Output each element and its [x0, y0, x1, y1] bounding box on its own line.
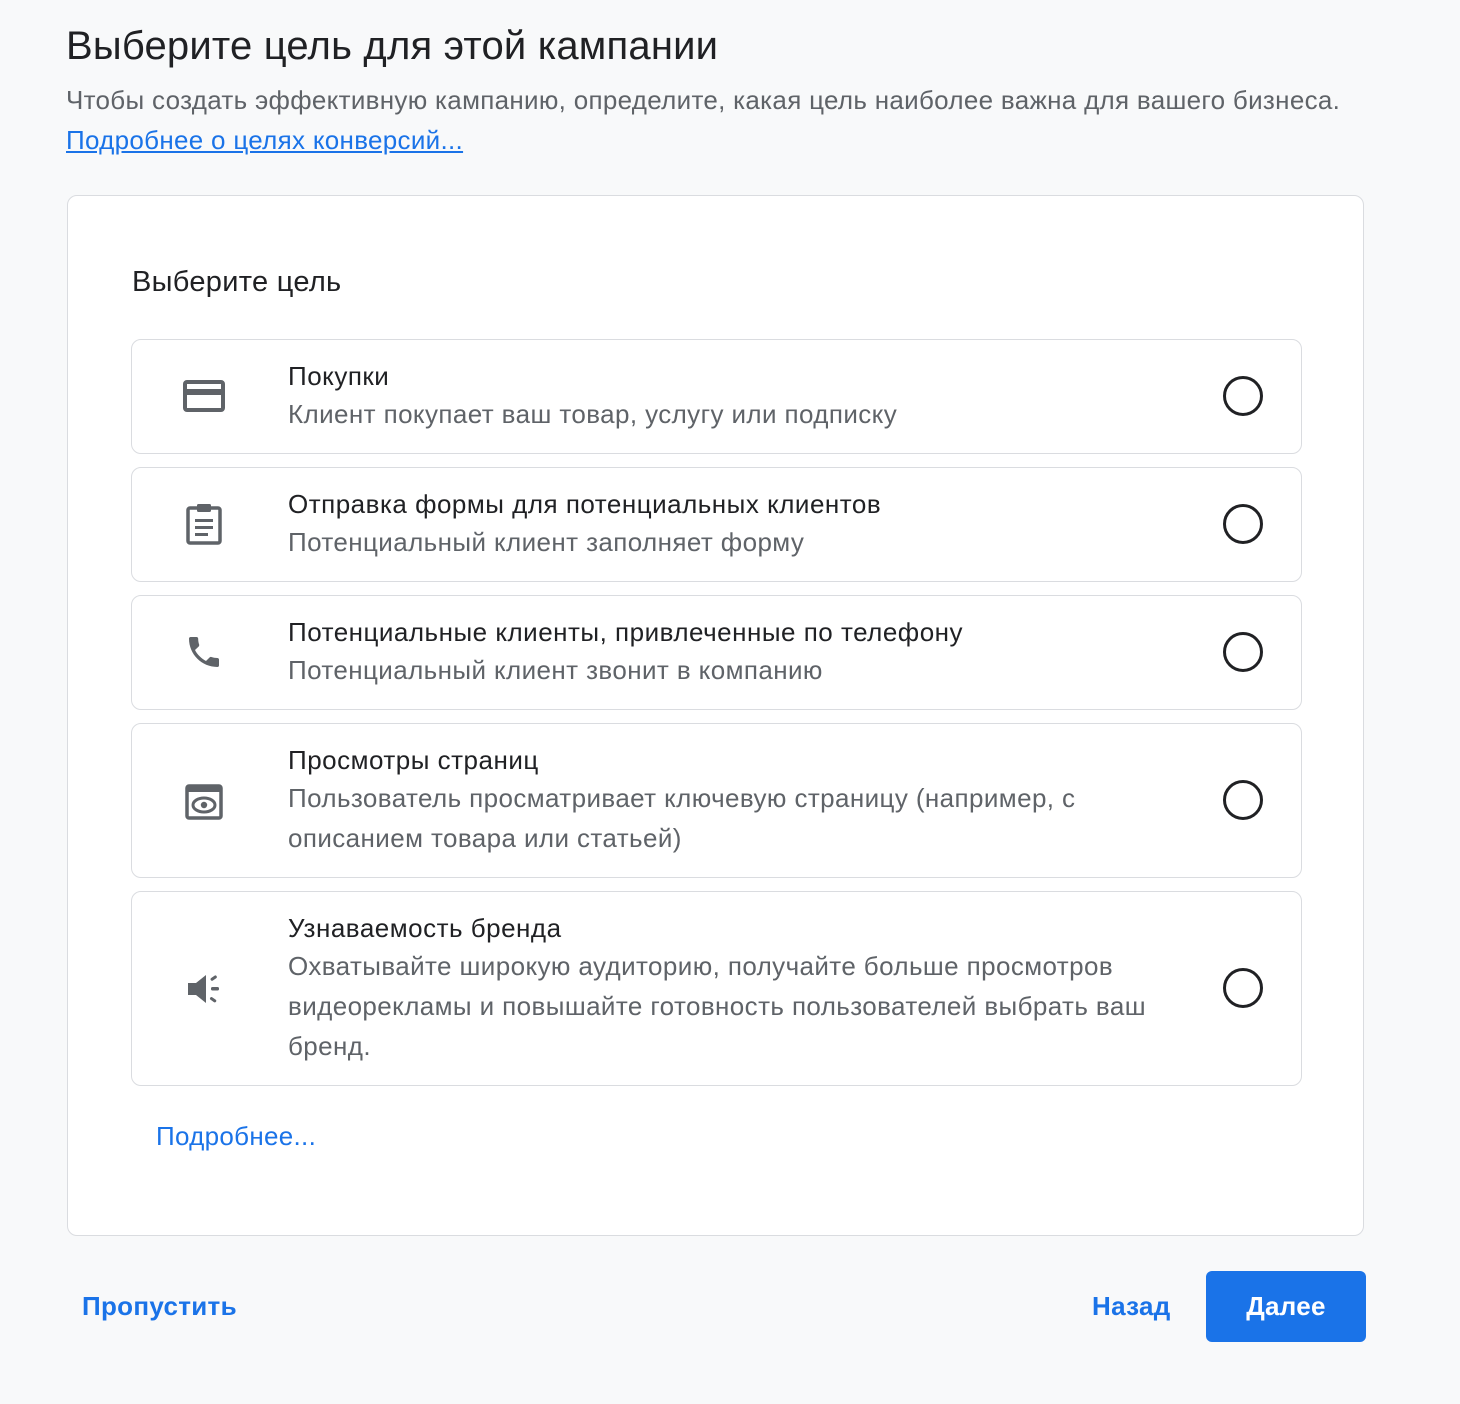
option-sublabel: Клиент покупает ваш товар, услугу или по… [288, 399, 898, 429]
page-description-text: Чтобы создать эффективную кампанию, опре… [66, 85, 1341, 115]
option-sublabel: Охватывайте широкую аудиторию, получайте… [288, 951, 1146, 1061]
goal-option-brand-awareness[interactable]: Узнаваемость бренда Охватывайте широкую … [131, 891, 1302, 1086]
option-label: Узнаваемость бренда [288, 913, 562, 943]
back-button[interactable]: Назад [1092, 1286, 1171, 1326]
option-sublabel: Потенциальный клиент звонит в компанию [288, 655, 823, 685]
page-description: Чтобы создать эффективную кампанию, опре… [66, 80, 1356, 160]
option-text: Узнаваемость бренда Охватывайте широкую … [288, 910, 1198, 1066]
radio-button[interactable] [1223, 632, 1263, 672]
card-title: Выберите цель [132, 266, 342, 298]
option-text: Отправка формы для потенциальных клиенто… [288, 486, 1208, 562]
option-label: Покупки [288, 361, 390, 391]
option-text: Потенциальные клиенты, привлеченные по т… [288, 614, 1208, 690]
option-text: Просмотры страниц Пользователь просматри… [288, 742, 1188, 858]
goal-option-phone-leads[interactable]: Потенциальные клиенты, привлеченные по т… [131, 595, 1302, 710]
radio-button[interactable] [1223, 504, 1263, 544]
goal-option-page-views[interactable]: Просмотры страниц Пользователь просматри… [131, 723, 1302, 878]
goal-card: Выберите цель Покупки Клиент покупает ва… [67, 195, 1364, 1236]
option-sublabel: Пользователь просматривает ключевую стра… [288, 783, 1076, 853]
clipboard-form-icon [180, 500, 228, 548]
option-label: Потенциальные клиенты, привлеченные по т… [288, 617, 964, 647]
goal-selection-page: Выберите цель для этой кампании Чтобы со… [0, 0, 1460, 1404]
page-title: Выберите цель для этой кампании [66, 24, 719, 68]
learn-conversion-goals-link[interactable]: Подробнее о целях конверсий... [66, 125, 463, 155]
option-sublabel: Потенциальный клиент заполняет форму [288, 527, 805, 557]
skip-button[interactable]: Пропустить [82, 1286, 237, 1326]
goal-option-purchases[interactable]: Покупки Клиент покупает ваш товар, услуг… [131, 339, 1302, 454]
phone-icon [180, 628, 228, 676]
radio-button[interactable] [1223, 968, 1263, 1008]
megaphone-icon [180, 965, 228, 1013]
page-view-eye-icon [180, 778, 228, 826]
learn-more-link[interactable]: Подробнее... [156, 1116, 316, 1156]
goal-option-lead-form[interactable]: Отправка формы для потенциальных клиенто… [131, 467, 1302, 582]
option-label: Просмотры страниц [288, 745, 539, 775]
option-label: Отправка формы для потенциальных клиенто… [288, 489, 882, 519]
option-text: Покупки Клиент покупает ваш товар, услуг… [288, 358, 1208, 434]
next-button[interactable]: Далее [1206, 1271, 1366, 1342]
radio-button[interactable] [1223, 780, 1263, 820]
credit-card-icon [180, 372, 228, 420]
radio-button[interactable] [1223, 376, 1263, 416]
